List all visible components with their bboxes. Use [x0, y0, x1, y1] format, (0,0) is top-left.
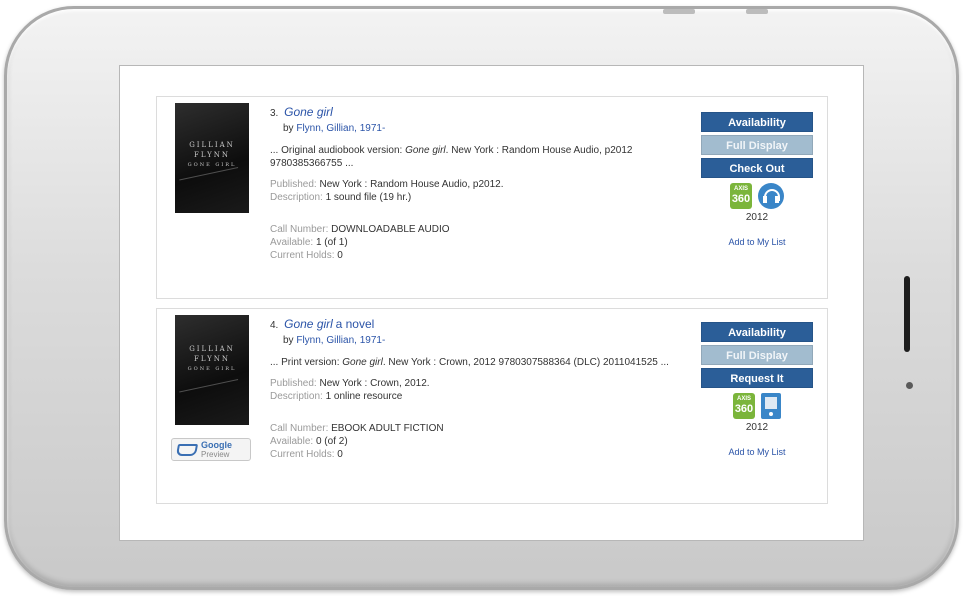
by-label: by: [283, 123, 294, 134]
call-number-value: EBOOK ADULT FICTION: [331, 423, 444, 434]
publication-year: 2012: [745, 422, 769, 433]
holds-value: 0: [337, 250, 343, 261]
cover-title-text: GONE GIRL: [187, 366, 237, 372]
description-label: Description:: [270, 391, 323, 402]
availability-button[interactable]: Availability: [701, 112, 813, 132]
holds-value: 0: [337, 449, 343, 460]
call-number-label: Call Number:: [270, 224, 329, 235]
snippet-prefix: ... Original audiobook version:: [270, 145, 403, 156]
axis360-icon[interactable]: AXIS 360: [733, 393, 755, 419]
by-label: by: [283, 335, 294, 346]
published-row: Published: New York : Random House Audio…: [270, 178, 670, 191]
format-icons: AXIS 360: [701, 183, 813, 209]
holds-row: Current Holds: 0: [270, 249, 670, 262]
available-label: Available:: [270, 237, 314, 248]
title-subtitle: a novel: [335, 317, 375, 331]
google-preview-brand: Google: [201, 439, 232, 450]
check-out-button[interactable]: Check Out: [701, 158, 813, 178]
description-value: 1 online resource: [325, 391, 403, 402]
cover-surname-text: FLYNN: [194, 355, 230, 363]
record-actions: Availability Full Display Check Out AXIS…: [701, 112, 813, 247]
axis360-num-text: 360: [731, 193, 751, 205]
available-value: 0 (of 2): [315, 436, 348, 447]
volume-button: [663, 9, 695, 14]
publication-year: 2012: [745, 212, 769, 223]
cover-author-text: GILLIAN: [189, 141, 235, 149]
title-link[interactable]: Gone girl: [284, 105, 333, 119]
cover-surname-text: FLYNN: [194, 151, 230, 159]
snippet-prefix: ... Print version:: [270, 357, 340, 368]
summary-snippet: ... Print version: Gone girl. New York :…: [270, 356, 670, 369]
cover-decoration: [179, 167, 243, 202]
axis360-num-text: 360: [734, 403, 754, 415]
full-display-button[interactable]: Full Display: [701, 135, 813, 155]
available-label: Available:: [270, 436, 314, 447]
call-number-row: Call Number: EBOOK ADULT FICTION: [270, 422, 670, 435]
published-row: Published: New York : Crown, 2012.: [270, 377, 670, 390]
author-line: by Flynn, Gillian, 1971-: [283, 122, 670, 135]
audiobook-headphones-icon: [758, 183, 784, 209]
call-number-row: Call Number: DOWNLOADABLE AUDIO: [270, 223, 670, 236]
record-actions: Availability Full Display Request It AXI…: [701, 322, 813, 457]
available-row: Available: 0 (of 2): [270, 435, 670, 448]
available-value: 1 (of 1): [315, 237, 348, 248]
title-line: 4. Gone girl a novel: [270, 318, 670, 332]
axis360-icon[interactable]: AXIS 360: [730, 183, 752, 209]
book-cover-image[interactable]: GILLIAN FLYNN GONE GIRL: [175, 315, 249, 425]
author-link[interactable]: Flynn, Gillian, 1971-: [296, 123, 385, 134]
holds-row: Current Holds: 0: [270, 448, 670, 461]
description-label: Description:: [270, 192, 323, 203]
full-display-button[interactable]: Full Display: [701, 345, 813, 365]
published-value: New York : Random House Audio, p2012.: [319, 179, 504, 190]
description-value: 1 sound file (19 hr.): [325, 192, 412, 203]
holds-label: Current Holds:: [270, 449, 335, 460]
availability-button[interactable]: Availability: [701, 322, 813, 342]
published-label: Published:: [270, 378, 317, 389]
snippet-rest: . New York : Crown, 2012 9780307588364 (…: [382, 357, 669, 368]
tablet-screen: GILLIAN FLYNN GONE GIRL 3. Gone girl by …: [119, 65, 864, 541]
result-number: 4.: [270, 320, 279, 331]
axis360-top-text: AXIS: [736, 396, 751, 402]
record-info: 3. Gone girl by Flynn, Gillian, 1971- ..…: [270, 106, 670, 262]
summary-snippet: ... Original audiobook version: Gone gir…: [270, 144, 670, 170]
published-value: New York : Crown, 2012.: [319, 378, 430, 389]
available-row: Available: 1 (of 1): [270, 236, 670, 249]
record-info: 4. Gone girl a novel by Flynn, Gillian, …: [270, 318, 670, 461]
search-result-record: GILLIAN FLYNN GONE GIRL 3. Gone girl by …: [156, 96, 828, 299]
google-preview-button[interactable]: Google Preview: [171, 438, 251, 461]
snippet-title: Gone girl: [342, 357, 383, 368]
axis360-top-text: AXIS: [733, 186, 748, 192]
cover-author-text: GILLIAN: [189, 345, 235, 353]
camera-dot: [906, 382, 913, 389]
holds-label: Current Holds:: [270, 250, 335, 261]
home-button: [904, 276, 910, 352]
published-label: Published:: [270, 179, 317, 190]
add-to-my-list-link[interactable]: Add to My List: [701, 447, 813, 457]
format-icons: AXIS 360: [701, 393, 813, 419]
author-link[interactable]: Flynn, Gillian, 1971-: [296, 335, 385, 346]
snippet-title: Gone girl: [405, 145, 446, 156]
call-number-label: Call Number:: [270, 423, 329, 434]
book-cover-image[interactable]: GILLIAN FLYNN GONE GIRL: [175, 103, 249, 213]
google-preview-label: Preview: [201, 449, 230, 459]
request-it-button[interactable]: Request It: [701, 368, 813, 388]
search-result-record: GILLIAN FLYNN GONE GIRL Google Preview 4…: [156, 308, 828, 504]
open-book-icon: [175, 443, 199, 456]
title-link[interactable]: Gone girl: [284, 317, 333, 331]
google-preview-text: Google Preview: [201, 439, 232, 459]
result-number: 3.: [270, 108, 279, 119]
power-button: [746, 9, 768, 14]
ebook-tablet-icon: [761, 393, 781, 419]
description-row: Description: 1 online resource: [270, 390, 670, 403]
description-row: Description: 1 sound file (19 hr.): [270, 191, 670, 204]
title-line: 3. Gone girl: [270, 106, 670, 120]
call-number-value: DOWNLOADABLE AUDIO: [331, 224, 450, 235]
author-line: by Flynn, Gillian, 1971-: [283, 334, 670, 347]
add-to-my-list-link[interactable]: Add to My List: [701, 237, 813, 247]
cover-decoration: [179, 379, 243, 414]
